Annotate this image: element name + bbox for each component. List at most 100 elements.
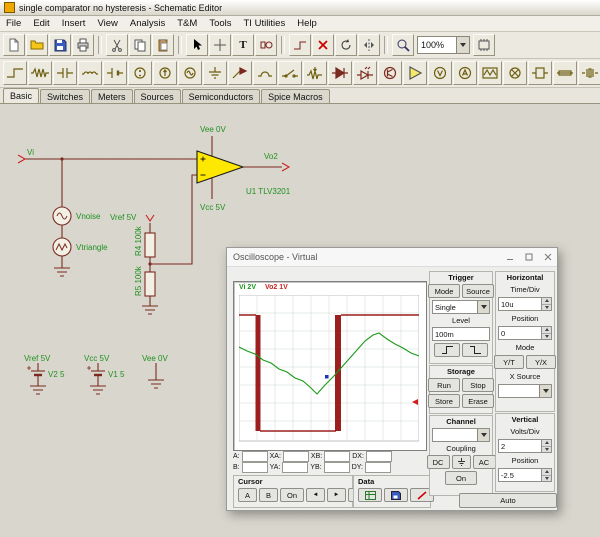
diode-button[interactable]: [328, 61, 352, 85]
label-r5[interactable]: R5 100k: [134, 265, 143, 296]
h-position-input[interactable]: 0: [498, 326, 552, 340]
rising-edge-button[interactable]: [434, 343, 460, 357]
menu-tools[interactable]: Tools: [203, 18, 237, 29]
stop-button[interactable]: Stop: [462, 378, 494, 392]
output-port-vo2[interactable]: [282, 163, 289, 171]
rotate-button[interactable]: [335, 34, 357, 56]
cursor-marker[interactable]: [325, 375, 329, 379]
menu-view[interactable]: View: [91, 18, 123, 29]
cursor-right-button[interactable]: ►: [327, 488, 346, 502]
label-vi[interactable]: Vi: [27, 148, 34, 157]
opamp-button[interactable]: [403, 61, 427, 85]
resistor-r4[interactable]: [145, 233, 155, 257]
paste-button[interactable]: [152, 34, 174, 56]
lamp-button[interactable]: [503, 61, 527, 85]
wire-mode-button[interactable]: [289, 34, 311, 56]
fuse-button[interactable]: [553, 61, 577, 85]
label-vee-src[interactable]: Vee 0V: [142, 354, 168, 363]
npn-transistor-button[interactable]: [378, 61, 402, 85]
wire-component-button[interactable]: [3, 61, 27, 85]
input-port-vi[interactable]: [18, 155, 25, 163]
led-button[interactable]: [353, 61, 377, 85]
coupling-ac-button[interactable]: AC: [473, 455, 496, 469]
open-file-button[interactable]: [26, 34, 48, 56]
oscilloscope-button[interactable]: [478, 61, 502, 85]
mirror-button[interactable]: [358, 34, 380, 56]
battery-v1[interactable]: [87, 366, 105, 375]
resistor-r5[interactable]: [145, 272, 155, 296]
trigger-mode-select[interactable]: Single: [432, 300, 490, 314]
v-position-spinner[interactable]: [541, 469, 551, 481]
timediv-input[interactable]: 10u: [498, 297, 552, 311]
trigger-source-button[interactable]: Source: [462, 284, 494, 298]
label-r4[interactable]: R4 100k: [134, 225, 143, 256]
new-file-button[interactable]: [3, 34, 25, 56]
store-button[interactable]: Store: [428, 394, 460, 408]
label-vref-src[interactable]: Vref 5V: [24, 354, 51, 363]
opamp-u1[interactable]: [197, 151, 243, 183]
voltage-source-button[interactable]: [128, 61, 152, 85]
tab-sources[interactable]: Sources: [134, 89, 181, 103]
tab-basic[interactable]: Basic: [3, 88, 39, 103]
battery-button[interactable]: [103, 61, 127, 85]
voltage-pin-button[interactable]: [228, 61, 252, 85]
switch-button[interactable]: [278, 61, 302, 85]
label-u1[interactable]: U1 TLV3201: [246, 187, 291, 196]
menu-file[interactable]: File: [0, 18, 27, 29]
capacitor-button[interactable]: [53, 61, 77, 85]
voltsdiv-spinner[interactable]: [541, 440, 551, 452]
yx-mode-button[interactable]: Y/X: [526, 355, 556, 369]
copy-button[interactable]: [129, 34, 151, 56]
cursor-left-button[interactable]: ◄: [306, 488, 325, 502]
menu-ti-utilities[interactable]: TI Utilities: [238, 18, 292, 29]
minimize-button[interactable]: [500, 248, 519, 266]
inductor-button[interactable]: [78, 61, 102, 85]
relay-button[interactable]: [528, 61, 552, 85]
tab-meters[interactable]: Meters: [91, 89, 133, 103]
oscilloscope-window[interactable]: Oscilloscope - Virtual Vi 2V Vo2 1V: [226, 247, 558, 511]
channel-select-arrow[interactable]: [477, 429, 489, 441]
cut-button[interactable]: [106, 34, 128, 56]
v-position-input[interactable]: -2.5: [498, 468, 552, 482]
current-source-button[interactable]: [153, 61, 177, 85]
ammeter-button[interactable]: [453, 61, 477, 85]
menu-tm[interactable]: T&M: [171, 18, 203, 29]
menu-insert[interactable]: Insert: [56, 18, 92, 29]
label-vee-pin[interactable]: Vee 0V: [200, 125, 226, 134]
cursor-a-button[interactable]: A: [238, 488, 257, 502]
resistor-button[interactable]: [28, 61, 52, 85]
voltmeter-button[interactable]: [428, 61, 452, 85]
jumper-button[interactable]: [253, 61, 277, 85]
xsource-select[interactable]: [498, 384, 552, 398]
tab-switches[interactable]: Switches: [40, 89, 90, 103]
coupling-gnd-button[interactable]: [452, 455, 471, 469]
label-vnoise[interactable]: Vnoise: [76, 212, 101, 221]
label-v1[interactable]: V1 5: [108, 370, 125, 379]
label-vcc-pin[interactable]: Vcc 5V: [200, 203, 226, 212]
trigger-mode-arrow[interactable]: [477, 301, 489, 313]
crystal-button[interactable]: [578, 61, 600, 85]
save-curve-button[interactable]: [384, 488, 408, 502]
zoom-level-select[interactable]: 100%: [417, 36, 470, 54]
vtriangle-source[interactable]: [53, 238, 71, 256]
zoom-button[interactable]: [392, 34, 414, 56]
tab-spice-macros[interactable]: Spice Macros: [261, 89, 330, 103]
auto-button[interactable]: Auto: [459, 493, 557, 508]
component-grid-button[interactable]: [473, 34, 495, 56]
port-vref[interactable]: [146, 215, 154, 221]
menu-analysis[interactable]: Analysis: [124, 18, 171, 29]
shapes-tool-button[interactable]: [255, 34, 277, 56]
label-vcc-src[interactable]: Vcc 5V: [84, 354, 110, 363]
battery-v2[interactable]: [27, 366, 45, 375]
voltsdiv-input[interactable]: 2: [498, 439, 552, 453]
label-vtriangle[interactable]: Vtriangle: [76, 243, 108, 252]
menu-help[interactable]: Help: [291, 18, 323, 29]
vnoise-source[interactable]: [53, 207, 71, 225]
delete-button[interactable]: [312, 34, 334, 56]
trigger-level-input[interactable]: 100m: [432, 327, 490, 341]
cursor-on-button[interactable]: On: [280, 488, 304, 502]
print-button[interactable]: [72, 34, 94, 56]
close-button[interactable]: [538, 248, 557, 266]
crosshair-tool-button[interactable]: [209, 34, 231, 56]
yt-mode-button[interactable]: Y/T: [494, 355, 524, 369]
